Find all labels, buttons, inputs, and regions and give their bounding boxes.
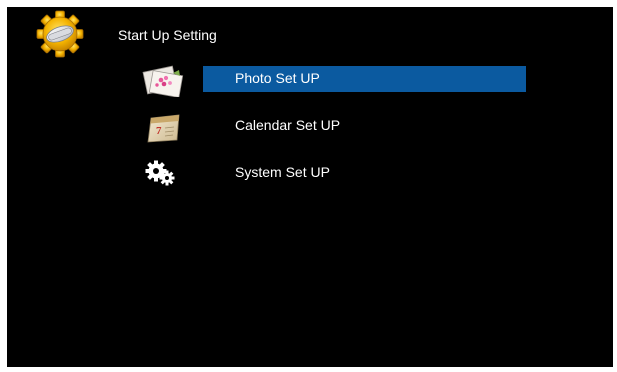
menu-item-row: Calendar Set UP: [203, 113, 526, 139]
photos-icon: [137, 63, 189, 98]
menu-item-label: Photo Set UP: [235, 70, 320, 86]
settings-screen: Start Up Setting Photo Set UP 7 Calendar…: [7, 7, 613, 367]
menu-item-calendar-setup[interactable]: 7 Calendar Set UP: [137, 110, 527, 144]
menu-item-label: Calendar Set UP: [235, 117, 341, 133]
calendar-icon: 7: [137, 110, 189, 144]
menu-item-system-setup[interactable]: System Set UP: [137, 157, 527, 191]
menu-item-row: System Set UP: [203, 160, 526, 186]
gears-icon: [137, 157, 189, 191]
menu-item-photo-setup[interactable]: Photo Set UP: [137, 63, 527, 98]
svg-text:7: 7: [156, 125, 162, 137]
selection-highlight: Photo Set UP: [203, 66, 526, 92]
menu-item-label: System Set UP: [235, 164, 330, 180]
settings-menu: Photo Set UP 7 Calendar Set UP System Se…: [7, 7, 613, 367]
